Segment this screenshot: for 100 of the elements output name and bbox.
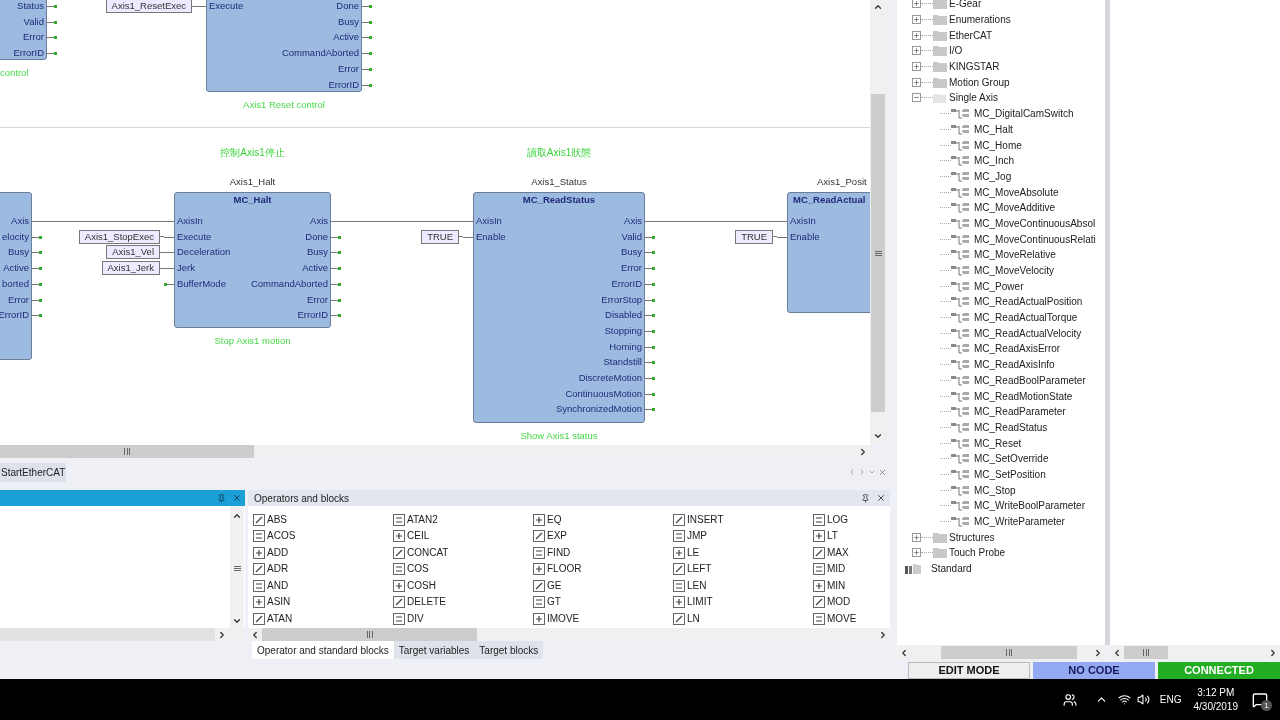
expand-toggle[interactable]	[912, 62, 921, 72]
operator-item[interactable]: ADD	[253, 545, 392, 561]
operator-item[interactable]: CONCAT	[393, 545, 532, 561]
expand-toggle[interactable]	[912, 548, 921, 558]
expand-toggle[interactable]	[912, 0, 921, 9]
vertical-scrollbar[interactable]	[230, 506, 244, 628]
operator-item[interactable]: COS	[393, 561, 532, 577]
operator-item[interactable]: DELETE	[393, 594, 532, 610]
tree-item[interactable]: KINGSTAR	[949, 59, 1000, 75]
operator-item[interactable]: LOG	[813, 512, 889, 527]
collapse-toggle[interactable]	[912, 93, 921, 103]
panel-tab[interactable]: Target blocks	[474, 641, 544, 659]
tree-item[interactable]: MC_DigitalCamSwitch	[974, 106, 1074, 122]
tree-item[interactable]: MC_Jog	[974, 168, 1012, 184]
pin-icon[interactable]	[217, 493, 226, 503]
operator-item[interactable]: MIN	[813, 578, 889, 594]
close-icon[interactable]	[876, 493, 886, 503]
expand-toggle[interactable]	[912, 77, 921, 87]
tree-item[interactable]: MC_ReadStatus	[974, 419, 1048, 435]
tree-item[interactable]: MC_Reset	[974, 435, 1022, 451]
operator-item[interactable]: CEIL	[393, 528, 532, 544]
tree-item[interactable]: MC_SetOverride	[974, 451, 1049, 467]
tree-item[interactable]: MC_ReadBoolParameter	[974, 372, 1086, 388]
operator-item[interactable]: IMOVE	[533, 611, 672, 627]
expand-toggle[interactable]	[912, 532, 921, 542]
variable-box[interactable]: TRUE	[421, 229, 459, 244]
wifi-icon[interactable]	[1117, 693, 1131, 706]
tree-item[interactable]: MC_ReadMotionState	[974, 388, 1073, 404]
operator-item[interactable]: AND	[253, 578, 392, 594]
operator-item[interactable]: FLOOR	[533, 561, 672, 577]
clock[interactable]: 3:12 PM 4/30/2019	[1193, 685, 1238, 714]
operator-item[interactable]: EXP	[533, 528, 672, 544]
tree-item[interactable]: MC_Inch	[974, 153, 1014, 169]
variable-box[interactable]: TRUE	[735, 229, 773, 244]
tree-item[interactable]: MC_ReadParameter	[974, 404, 1066, 420]
tree-item[interactable]: MC_ReadAxisInfo	[974, 357, 1055, 373]
tree-item[interactable]: Motion Group	[949, 74, 1010, 90]
tab-scroll-right-icon[interactable]	[858, 468, 866, 476]
tree-item[interactable]: MC_WriteParameter	[974, 514, 1065, 530]
variable-box[interactable]: Axis1_Jerk	[101, 261, 160, 276]
tree-item[interactable]: MC_ReadActualVelocity	[974, 325, 1082, 341]
notifications-icon[interactable]	[1252, 691, 1268, 708]
operator-item[interactable]: MOVE	[813, 611, 889, 627]
operator-item[interactable]: FIND	[533, 545, 672, 561]
tree-item[interactable]: MC_Halt	[974, 121, 1013, 137]
operator-item[interactable]: GE	[533, 578, 672, 594]
horizontal-scrollbar[interactable]	[248, 628, 890, 641]
pin-icon[interactable]	[861, 493, 870, 503]
tree-item[interactable]: Structures	[949, 529, 995, 545]
panel-tab[interactable]: Operator and standard blocks	[252, 641, 394, 659]
operator-item[interactable]: GT	[533, 594, 672, 610]
tree-item[interactable]: Touch Probe	[949, 545, 1006, 561]
operator-item[interactable]: COSH	[393, 578, 532, 594]
horizontal-scrollbar[interactable]	[1110, 645, 1280, 660]
operator-item[interactable]: LEN	[673, 578, 812, 594]
tree-item[interactable]: MC_ReadAxisError	[974, 341, 1061, 357]
tab-list-icon[interactable]	[868, 468, 876, 476]
variable-box[interactable]: Axis1_ResetExec	[105, 0, 192, 13]
language-indicator[interactable]: ENG	[1159, 692, 1182, 707]
operator-item[interactable]: ASIN	[253, 594, 392, 610]
tree-item[interactable]: Enumerations	[949, 12, 1011, 28]
operator-item[interactable]: ATAN2	[393, 512, 532, 527]
tree-item[interactable]: E-Gear	[949, 0, 982, 12]
operator-item[interactable]: MOD	[813, 594, 889, 610]
vertical-scrollbar[interactable]	[870, 0, 886, 445]
operator-item[interactable]: LN	[673, 611, 812, 627]
operator-item[interactable]: DIV	[393, 611, 532, 627]
operator-item[interactable]: LE	[673, 545, 812, 561]
expand-toggle[interactable]	[912, 15, 921, 25]
operator-item[interactable]: JMP	[673, 528, 812, 544]
operator-item[interactable]: LT	[813, 528, 889, 544]
horizontal-scrollbar[interactable]	[0, 628, 245, 641]
operator-item[interactable]: INSERT	[673, 512, 812, 527]
operator-item[interactable]: LIMIT	[673, 594, 812, 610]
tree-item[interactable]: MC_Home	[974, 137, 1022, 153]
operator-item[interactable]: ADR	[253, 561, 392, 577]
tree-item[interactable]: Single Axis	[949, 90, 998, 106]
operator-item[interactable]: ACOS	[253, 528, 392, 544]
tree-item[interactable]: MC_MoveVelocity	[974, 263, 1055, 279]
variable-box[interactable]: Axis1_StopExec	[78, 229, 160, 244]
tree-item[interactable]: MC_ReadActualPosition	[974, 294, 1083, 310]
tree-item[interactable]: I/O	[949, 43, 963, 59]
tree-item[interactable]: MC_MoveContinuousAbsol	[974, 215, 1096, 231]
expand-toggle[interactable]	[912, 30, 921, 40]
tree-item[interactable]: EtherCAT	[949, 27, 993, 43]
operator-item[interactable]: MAX	[813, 545, 889, 561]
people-icon[interactable]	[1062, 692, 1077, 707]
operator-item[interactable]: LEFT	[673, 561, 812, 577]
tree-item[interactable]: MC_MoveRelative	[974, 247, 1056, 263]
speaker-icon[interactable]	[1136, 693, 1150, 706]
tree-item[interactable]: Standard	[931, 561, 972, 577]
operator-item[interactable]: ATAN	[253, 611, 392, 627]
close-icon[interactable]	[232, 493, 242, 503]
tab-scroll-left-icon[interactable]	[848, 468, 856, 476]
expand-toggle[interactable]	[912, 46, 921, 56]
document-tab[interactable]: StartEtherCAT	[0, 462, 67, 482]
tree-item[interactable]: MC_MoveAdditive	[974, 200, 1056, 216]
tree-item[interactable]: MC_MoveAbsolute	[974, 184, 1059, 200]
panel-tab[interactable]: Target variables	[393, 641, 475, 659]
horizontal-scrollbar[interactable]	[0, 445, 870, 458]
